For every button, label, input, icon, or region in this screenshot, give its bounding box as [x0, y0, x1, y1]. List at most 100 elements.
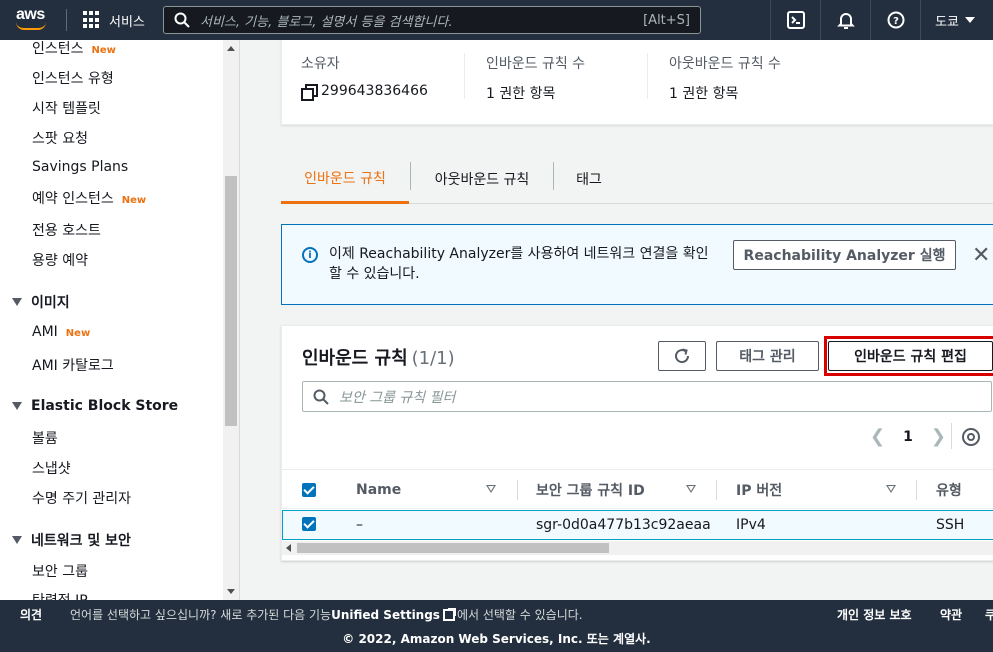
edit-inbound-rules-button[interactable]: 인바운드 규칙 편집 — [828, 341, 993, 371]
terms-link[interactable]: 약관 — [940, 606, 962, 623]
sidebar-navigation: 인스턴스 New 인스턴스 유형 시작 템플릿 스팟 요청 Savings Pla… — [0, 40, 240, 600]
region-selector[interactable]: 도쿄 — [920, 0, 993, 40]
rules-count: (1/1) — [411, 348, 455, 369]
refresh-icon — [675, 348, 690, 364]
info-banner-text: 이제 Reachability Analyzer를 사용하여 네트워크 연결을 … — [329, 246, 709, 282]
cloudshell-button[interactable] — [770, 0, 820, 40]
page-number[interactable]: 1 — [903, 429, 913, 445]
help-button[interactable]: ? — [870, 0, 920, 40]
sidebar-section-network-security[interactable]: 네트워크 및 보안 — [12, 530, 131, 550]
copy-icon[interactable] — [301, 84, 318, 101]
caret-down-icon — [965, 17, 975, 23]
svg-text:?: ? — [893, 16, 899, 27]
feedback-link[interactable]: 의견 — [20, 606, 42, 623]
sidebar-section-ebs[interactable]: Elastic Block Store — [12, 398, 178, 414]
sidebar-item-instances[interactable]: 인스턴스 New — [32, 40, 116, 58]
top-navigation: aws 서비스 서비스, 기능, 블로그, 설명서 등을 검색합니다. [Alt… — [0, 0, 993, 40]
select-all-checkbox[interactable] — [302, 483, 316, 497]
sidebar-item-capacity-reservations[interactable]: 용량 예약 — [32, 250, 88, 270]
sort-icon[interactable] — [486, 485, 496, 493]
sort-icon[interactable] — [686, 485, 696, 493]
table-row[interactable]: – sgr-0d0a477b13c92aeaa IPv4 SSH — [282, 510, 993, 540]
outbound-count-field: 아웃바운드 규칙 수 1 권한 항목 — [669, 53, 781, 103]
sidebar-item-elastic-ips[interactable]: 탄력적 IP — [32, 590, 88, 600]
caret-down-icon — [12, 298, 22, 306]
owner-field: 소유자 299643836466 — [301, 53, 428, 101]
reachability-info-banner: i 이제 Reachability Analyzer를 사용하여 네트워크 연결… — [281, 224, 993, 305]
edit-button-highlight: 인바운드 규칙 편집 — [824, 336, 993, 376]
chevron-right-icon[interactable]: ❯ — [931, 426, 946, 447]
rules-filter-input[interactable]: 보안 그룹 규칙 필터 — [302, 381, 992, 412]
sidebar-item-dedicated-hosts[interactable]: 전용 호스트 — [32, 220, 101, 240]
scrollbar-thumb[interactable] — [297, 543, 609, 553]
refresh-button[interactable] — [658, 341, 706, 371]
sort-icon[interactable] — [886, 485, 896, 493]
sidebar-item-snapshots[interactable]: 스냅샷 — [32, 458, 71, 478]
services-menu-button[interactable]: 서비스 — [83, 11, 145, 30]
services-label: 서비스 — [109, 14, 145, 30]
cell-name: – — [356, 517, 363, 533]
column-header-ip-version[interactable]: IP 버전 — [736, 470, 782, 510]
sidebar-item-instance-types[interactable]: 인스턴스 유형 — [32, 68, 114, 88]
language-notice: 언어를 선택하고 싶으십니까? 새로 추가된 다음 기능 Unified Set… — [70, 607, 583, 622]
footer: 의견 언어를 선택하고 싶으십니까? 새로 추가된 다음 기능 Unified … — [0, 600, 993, 652]
sidebar-item-reserved-instances[interactable]: 예약 인스턴스 New — [32, 188, 146, 208]
region-label: 도쿄 — [935, 14, 959, 30]
sidebar-item-security-groups[interactable]: 보안 그룹 — [32, 561, 88, 581]
gear-icon[interactable] — [962, 428, 980, 446]
sidebar-item-ami-catalog[interactable]: AMI 카탈로그 — [32, 355, 114, 375]
scroll-left-icon[interactable] — [286, 544, 291, 552]
row-checkbox[interactable] — [302, 517, 316, 531]
external-link-icon — [442, 607, 456, 621]
cookie-preferences-link[interactable]: 쿠 — [985, 606, 993, 623]
notifications-button[interactable] — [820, 0, 870, 40]
tab-inbound-rules[interactable]: 인바운드 규칙 — [281, 154, 409, 204]
copyright-text: © 2022, Amazon Web Services, Inc. 또는 계열사… — [342, 632, 651, 646]
grid-menu-icon — [83, 11, 101, 29]
tab-outbound-rules[interactable]: 아웃바운드 규칙 — [411, 154, 553, 204]
sidebar-item-lifecycle-manager[interactable]: 수명 주기 관리자 — [32, 488, 131, 508]
table-header: Name 보안 그룹 규칙 ID IP 버전 유형 — [282, 469, 993, 509]
new-badge: New — [65, 328, 91, 339]
inbound-count-value: 1 권한 항목 — [486, 86, 556, 102]
global-search-input[interactable]: 서비스, 기능, 블로그, 설명서 등을 검색합니다. [Alt+S] — [163, 6, 701, 34]
column-header-type[interactable]: 유형 — [936, 470, 962, 510]
scrollbar-thumb[interactable] — [225, 176, 237, 426]
column-divider — [716, 480, 717, 500]
sidebar-item-launch-templates[interactable]: 시작 템플릿 — [32, 98, 101, 118]
cell-rule-id: sgr-0d0a477b13c92aeaa — [536, 517, 711, 533]
column-header-rule-id[interactable]: 보안 그룹 규칙 ID — [536, 470, 645, 510]
cell-ip-version: IPv4 — [736, 517, 766, 533]
new-badge: New — [91, 45, 116, 56]
pager-divider — [951, 423, 952, 449]
panel-title: 인바운드 규칙 (1/1) — [302, 348, 455, 369]
aws-smile-icon — [16, 22, 46, 30]
tab-tags[interactable]: 태그 — [554, 154, 624, 204]
sidebar-scrollbar[interactable] — [223, 40, 239, 600]
scroll-up-icon[interactable] — [227, 46, 235, 51]
outbound-count-label: 아웃바운드 규칙 수 — [669, 56, 781, 72]
close-icon[interactable]: ✕ — [972, 243, 990, 268]
sidebar-item-savings-plans[interactable]: Savings Plans — [32, 159, 128, 175]
sidebar-item-volumes[interactable]: 볼륨 — [32, 428, 58, 448]
table-horizontal-scrollbar[interactable] — [282, 541, 993, 555]
new-badge: New — [121, 195, 147, 206]
column-header-name[interactable]: Name — [356, 470, 401, 510]
sidebar-section-images[interactable]: 이미지 — [12, 292, 70, 312]
caret-down-icon — [12, 402, 22, 410]
sidebar-item-ami[interactable]: AMI New — [32, 324, 90, 340]
inbound-rules-panel: 인바운드 규칙 (1/1) 태그 관리 인바운드 규칙 편집 보안 그룹 규칙 필… — [281, 325, 993, 561]
aws-logo[interactable]: aws — [14, 0, 66, 40]
filter-placeholder: 보안 그룹 규칙 필터 — [339, 389, 456, 406]
unified-settings-link[interactable]: Unified Settings — [331, 608, 440, 622]
manage-tags-button[interactable]: 태그 관리 — [716, 341, 819, 371]
help-icon: ? — [887, 11, 905, 29]
search-shortcut: [Alt+S] — [643, 12, 690, 28]
sidebar-item-spot-requests[interactable]: 스팟 요청 — [32, 128, 88, 148]
run-reachability-analyzer-button[interactable]: Reachability Analyzer 실행 — [733, 240, 956, 270]
bell-icon — [836, 13, 855, 29]
nav-divider — [66, 9, 67, 31]
scroll-down-icon[interactable] — [227, 589, 235, 594]
privacy-link[interactable]: 개인 정보 보호 — [837, 606, 912, 623]
chevron-left-icon[interactable]: ❮ — [870, 426, 885, 447]
